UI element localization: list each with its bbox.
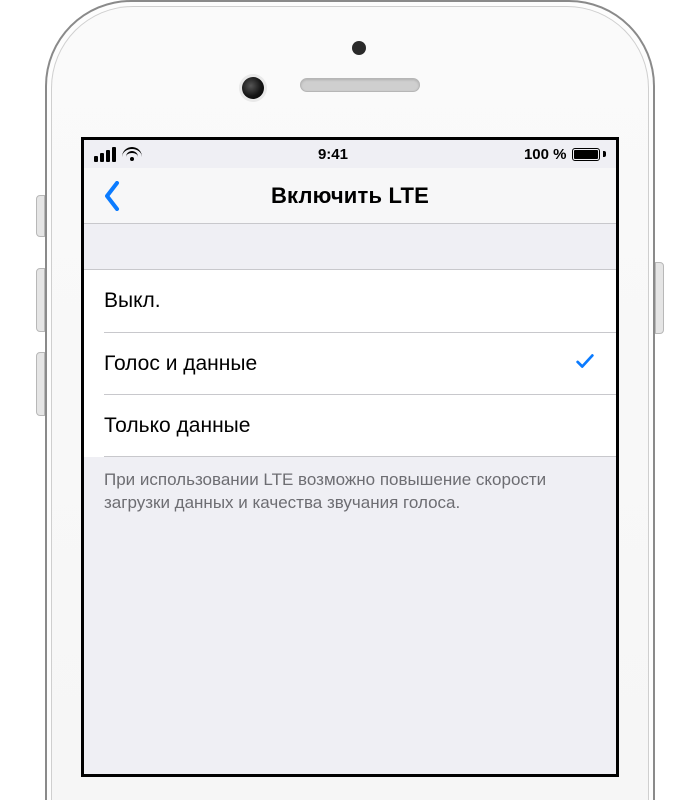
page-title: Включить LTE bbox=[271, 183, 429, 209]
wifi-icon bbox=[122, 147, 142, 162]
option-label: Выкл. bbox=[104, 289, 161, 313]
volume-up-button bbox=[36, 268, 45, 332]
option-off[interactable]: Выкл. bbox=[84, 270, 616, 332]
volume-down-button bbox=[36, 352, 45, 416]
option-data-only[interactable]: Только данные bbox=[104, 394, 616, 456]
section-footer-note: При использовании LTE возможно повышение… bbox=[84, 457, 616, 545]
chevron-left-icon bbox=[103, 181, 121, 211]
front-camera-icon bbox=[242, 77, 264, 99]
status-time: 9:41 bbox=[318, 146, 348, 163]
proximity-sensor-icon bbox=[352, 41, 366, 55]
battery-icon bbox=[572, 148, 606, 161]
phone-frame: 9:41 100 % Включить LTE Выкл. bbox=[45, 0, 655, 800]
option-voice-and-data[interactable]: Голос и данные bbox=[104, 332, 616, 394]
status-bar: 9:41 100 % bbox=[84, 140, 616, 168]
mute-switch bbox=[36, 195, 45, 237]
screen: 9:41 100 % Включить LTE Выкл. bbox=[81, 137, 619, 777]
cellular-signal-icon bbox=[94, 147, 116, 162]
navigation-bar: Включить LTE bbox=[84, 168, 616, 224]
section-spacer bbox=[84, 224, 616, 270]
back-button[interactable] bbox=[92, 168, 132, 223]
phone-bezel: 9:41 100 % Включить LTE Выкл. bbox=[51, 6, 649, 800]
earpiece-speaker-icon bbox=[300, 78, 420, 92]
power-button bbox=[655, 262, 664, 334]
option-label: Только данные bbox=[104, 414, 250, 438]
option-label: Голос и данные bbox=[104, 352, 257, 376]
options-list: Выкл. Голос и данные Только данные bbox=[84, 270, 616, 457]
status-battery-text: 100 % bbox=[524, 146, 567, 163]
checkmark-icon bbox=[574, 350, 596, 378]
